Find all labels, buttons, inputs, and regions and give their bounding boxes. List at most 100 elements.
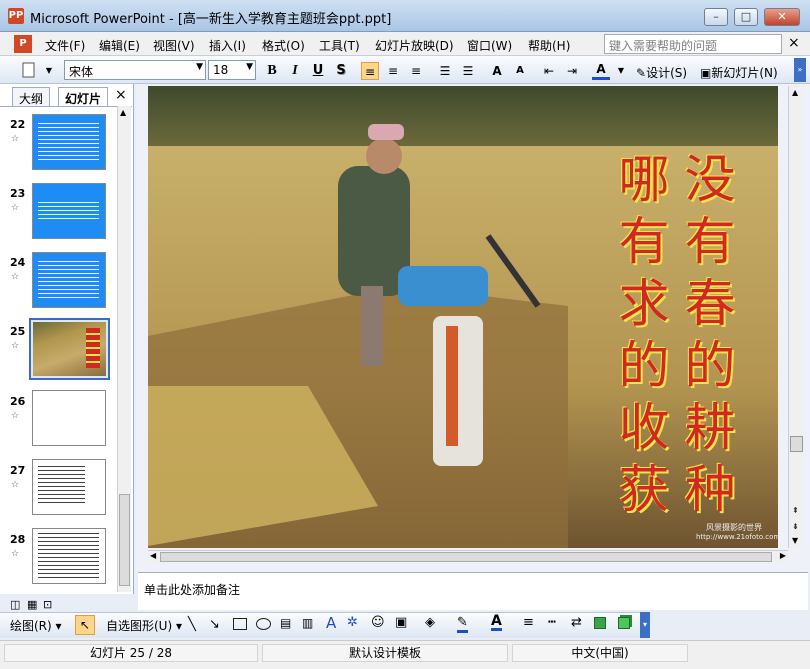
slide-thumbnail-26[interactable] xyxy=(32,390,106,446)
slides-panel-scrollbar[interactable]: ▲ xyxy=(117,106,131,592)
horizontal-scroll-thumb[interactable] xyxy=(160,552,772,562)
maximize-button[interactable]: □ xyxy=(734,8,758,26)
document-icon[interactable]: P xyxy=(14,35,32,53)
align-left-icon[interactable]: ≡ xyxy=(361,62,379,80)
slide-number: 22 xyxy=(10,118,26,131)
scroll-up-icon[interactable]: ▲ xyxy=(120,108,126,117)
bold-button[interactable]: B xyxy=(263,62,281,80)
scroll-thumb[interactable] xyxy=(119,494,130,586)
transition-star-icon: ☆ xyxy=(11,272,20,282)
tab-outline[interactable]: 大纲 xyxy=(12,87,51,106)
shrink-font-button[interactable]: A xyxy=(511,62,529,80)
slide-vertical-scrollbar[interactable]: ▲ ⇞ ⇟ ▼ xyxy=(788,86,804,548)
menu-file[interactable]: 文件(F) xyxy=(45,37,85,54)
minimize-button[interactable]: – xyxy=(704,8,728,26)
scroll-left-icon[interactable]: ◀ xyxy=(150,551,156,560)
numbering-icon[interactable]: ☰ xyxy=(436,62,454,80)
new-document-icon[interactable] xyxy=(20,62,38,80)
slide-canvas[interactable]: 没有春的耕种 哪有求的收获 风景摄影的世界 http://www.21ofoto… xyxy=(148,86,778,548)
menu-window[interactable]: 窗口(W) xyxy=(467,37,512,54)
font-color-button[interactable]: A xyxy=(592,62,610,80)
rectangle-tool-icon[interactable] xyxy=(233,618,247,630)
slide-sorter-view-icon[interactable]: ▦ xyxy=(27,598,37,611)
italic-button[interactable]: I xyxy=(286,62,304,80)
dash-style-icon[interactable]: ┅ xyxy=(548,615,556,630)
align-right-icon[interactable]: ≡ xyxy=(407,62,425,80)
scroll-down-icon[interactable]: ▼ xyxy=(792,536,798,545)
line-color-icon[interactable]: ✎ xyxy=(457,615,468,633)
align-center-icon[interactable]: ≡ xyxy=(384,62,402,80)
slide-thumbnail-25-selected[interactable] xyxy=(29,318,110,380)
line-tool-icon[interactable]: ╲ xyxy=(188,617,196,632)
photo-watermark-url: http://www.21ofoto.com xyxy=(696,533,778,541)
powerpoint-app-icon[interactable]: PP xyxy=(8,8,24,24)
picture-icon[interactable]: ▣ xyxy=(395,615,407,630)
font-color-tool-button[interactable]: A xyxy=(491,614,502,631)
slide-thumbnail-23[interactable] xyxy=(32,183,106,239)
bullets-icon[interactable]: ☰ xyxy=(459,62,477,80)
design-button[interactable]: ✎设计(S) xyxy=(636,64,687,81)
font-color-dropdown-icon[interactable]: ▼ xyxy=(612,62,630,80)
slide-number: 26 xyxy=(10,395,26,408)
font-name-value: 宋体 xyxy=(69,65,94,79)
wordart-icon[interactable]: A xyxy=(326,614,336,632)
textbox-icon[interactable]: ▤ xyxy=(280,616,291,630)
photo-watermark: 风景摄影的世界 xyxy=(706,523,762,532)
font-size-select[interactable]: 18 ▼ xyxy=(208,60,256,80)
menu-format[interactable]: 格式(O) xyxy=(262,37,305,54)
oval-tool-icon[interactable] xyxy=(256,618,271,630)
toolbar-options-icon[interactable]: ▼ xyxy=(40,62,58,80)
tab-divider xyxy=(0,106,132,107)
underline-button[interactable]: U xyxy=(309,62,327,80)
menu-insert[interactable]: 插入(I) xyxy=(209,37,246,54)
close-document-button[interactable]: × xyxy=(788,35,800,51)
menu-tools[interactable]: 工具(T) xyxy=(319,37,360,54)
new-slide-icon: ▣ xyxy=(700,66,712,80)
normal-view-icon[interactable]: ◫ xyxy=(10,598,20,611)
arrow-style-icon[interactable]: ⇄ xyxy=(571,615,582,630)
decrease-indent-icon[interactable]: ⇤ xyxy=(540,62,558,80)
arrow-tool-icon[interactable]: ↘ xyxy=(209,617,220,632)
help-search-input[interactable]: 键入需要帮助的问题 xyxy=(604,34,782,54)
close-panel-button[interactable]: × xyxy=(115,87,127,103)
line-style-icon[interactable]: ≡ xyxy=(523,615,534,630)
scroll-thumb[interactable] xyxy=(790,436,803,452)
shadow-button[interactable]: S xyxy=(332,62,350,80)
slide-thumbnail-22[interactable] xyxy=(32,114,106,170)
transition-star-icon: ☆ xyxy=(11,411,20,421)
grow-font-button[interactable]: A xyxy=(488,62,506,80)
tab-slides[interactable]: 幻灯片 xyxy=(58,87,109,106)
previous-slide-icon[interactable]: ⇞ xyxy=(792,506,799,515)
shadow-style-icon[interactable] xyxy=(594,617,606,629)
fill-color-icon[interactable]: ◈ xyxy=(425,615,435,630)
draw-menu-button[interactable]: 绘图(R) ▾ xyxy=(10,617,62,634)
toolbar-overflow-icon[interactable]: » xyxy=(794,58,806,82)
slide-horizontal-scrollbar[interactable]: ◀ ▶ xyxy=(148,550,788,564)
slide-number: 28 xyxy=(10,533,26,546)
transition-star-icon: ☆ xyxy=(11,134,20,144)
slide-thumbnail-24[interactable] xyxy=(32,252,106,308)
slide-thumbnail-28[interactable] xyxy=(32,528,106,584)
3d-style-icon[interactable] xyxy=(618,617,630,629)
slideshow-view-icon[interactable]: ⊡ xyxy=(43,598,52,611)
close-window-button[interactable]: ✕ xyxy=(764,8,800,26)
new-slide-button[interactable]: ▣新幻灯片(N) xyxy=(700,64,778,81)
menu-slideshow[interactable]: 幻灯片放映(D) xyxy=(375,37,454,54)
vertical-textbox-icon[interactable]: ▥ xyxy=(302,616,313,630)
menu-view[interactable]: 视图(V) xyxy=(153,37,195,54)
clipart-icon[interactable]: ☺ xyxy=(371,615,385,630)
autoshapes-button[interactable]: 自选图形(U) ▾ xyxy=(106,617,182,634)
menu-edit[interactable]: 编辑(E) xyxy=(99,37,140,54)
scroll-up-icon[interactable]: ▲ xyxy=(792,88,798,97)
notes-pane[interactable]: 单击此处添加备注 xyxy=(138,572,808,610)
notes-placeholder: 单击此处添加备注 xyxy=(144,583,241,597)
menu-help[interactable]: 帮助(H) xyxy=(528,37,570,54)
increase-indent-icon[interactable]: ⇥ xyxy=(563,62,581,80)
select-pointer-icon[interactable]: ↖ xyxy=(75,615,95,635)
drawbar-overflow-icon[interactable]: ▾ xyxy=(640,612,650,638)
diagram-icon[interactable]: ✲ xyxy=(347,615,358,630)
slide-thumbnail-27[interactable] xyxy=(32,459,106,515)
font-name-select[interactable]: 宋体 ▼ xyxy=(64,60,206,80)
next-slide-icon[interactable]: ⇟ xyxy=(792,522,799,531)
scroll-right-icon[interactable]: ▶ xyxy=(780,551,786,560)
